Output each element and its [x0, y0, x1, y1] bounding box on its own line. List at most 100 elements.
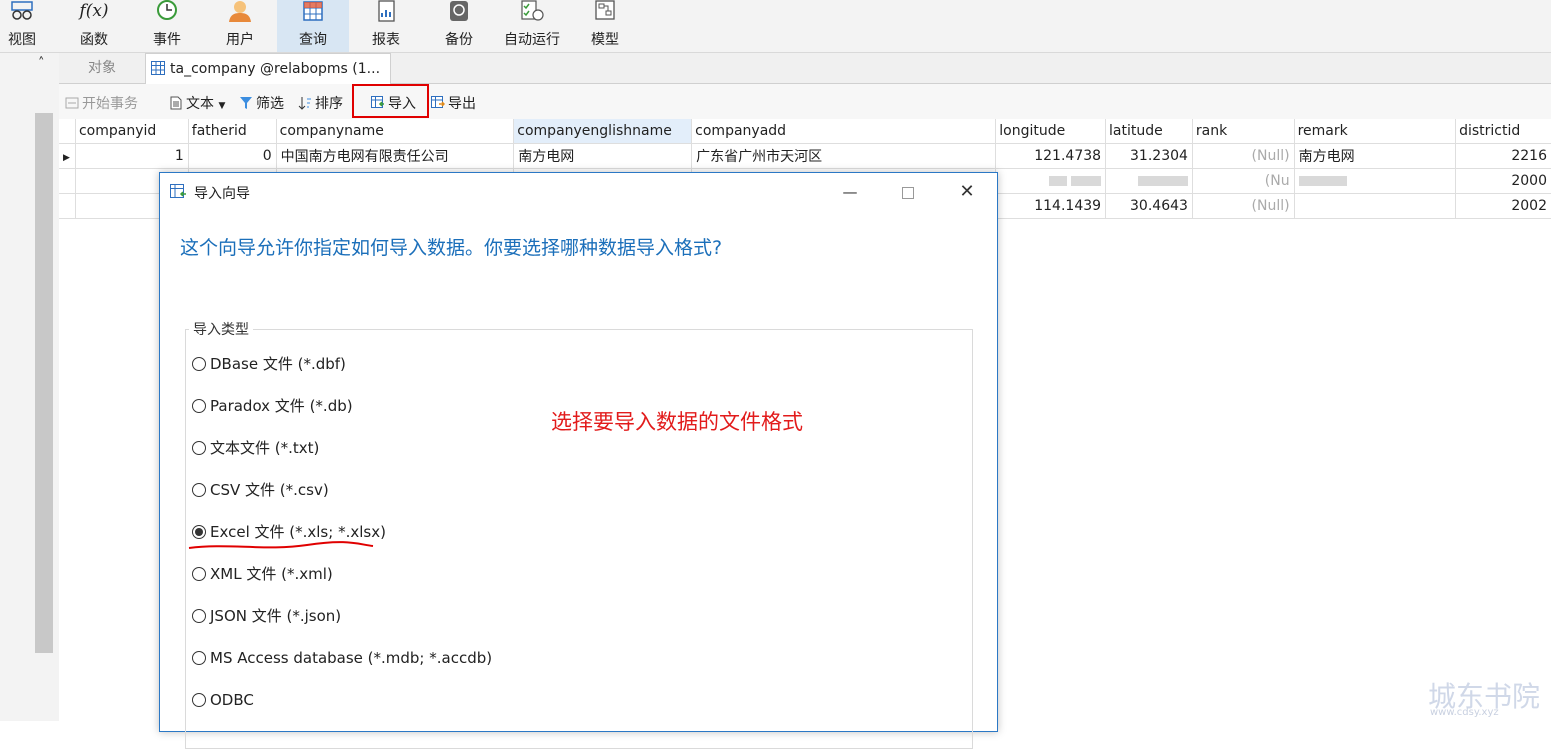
- option-paradox[interactable]: Paradox 文件 (*.db): [192, 395, 353, 417]
- table-cell[interactable]: 2002: [1455, 193, 1551, 219]
- table-cell[interactable]: 中国南方电网有限责任公司: [276, 143, 515, 169]
- table-cell[interactable]: 1: [75, 143, 189, 169]
- table-cell[interactable]: (Nu: [1192, 168, 1295, 194]
- ribbon-backup-button[interactable]: 备份: [423, 0, 495, 52]
- import-type-label: 导入类型: [189, 319, 253, 339]
- table-cell[interactable]: 南方电网: [1294, 143, 1457, 169]
- option-odbc[interactable]: ODBC: [192, 689, 254, 711]
- filter-button[interactable]: 筛选: [239, 94, 284, 114]
- blurred-cell[interactable]: [1105, 168, 1193, 194]
- option-csv[interactable]: CSV 文件 (*.csv): [192, 479, 329, 501]
- ribbon-query-button[interactable]: 查询: [277, 0, 349, 52]
- export-button[interactable]: 导出: [431, 94, 476, 114]
- option-text[interactable]: 文本文件 (*.txt): [192, 437, 319, 459]
- table-cell[interactable]: 31.2304: [1105, 143, 1193, 169]
- tab-table-data[interactable]: ta_company @relabopms (1...: [145, 53, 391, 84]
- schedule-icon: [521, 0, 544, 21]
- table-cell[interactable]: 121.4738: [995, 143, 1107, 169]
- ribbon-label: 模型: [591, 32, 619, 48]
- ribbon-report-button[interactable]: 报表: [350, 0, 422, 52]
- table-cell[interactable]: (Null): [1192, 143, 1295, 169]
- column-header[interactable]: longitude: [995, 119, 1107, 144]
- begin-transaction-button[interactable]: 开始事务: [65, 94, 138, 114]
- option-label: DBase 文件 (*.dbf): [210, 355, 346, 373]
- tab-bar: 对象 ta_company @relabopms (1...: [59, 53, 1551, 84]
- radio-button[interactable]: [192, 567, 206, 581]
- column-header[interactable]: companyname: [276, 119, 515, 144]
- option-json[interactable]: JSON 文件 (*.json): [192, 605, 341, 627]
- import-wizard-icon: [170, 184, 186, 198]
- column-header[interactable]: companyenglishname: [513, 119, 693, 144]
- column-header[interactable]: latitude: [1105, 119, 1193, 144]
- option-label: Paradox 文件 (*.db): [210, 397, 353, 415]
- backup-icon: [450, 1, 468, 21]
- close-button[interactable]: ✕: [952, 180, 982, 204]
- table-row[interactable]: ▶ 1 0 中国南方电网有限责任公司 南方电网 广东省广州市天河区 121.47…: [59, 143, 1551, 169]
- ribbon-function-button[interactable]: f(x) 函数: [58, 0, 130, 52]
- ribbon-event-button[interactable]: 事件: [131, 0, 203, 52]
- table-cell[interactable]: 2216: [1455, 143, 1551, 169]
- view-icon: [11, 1, 33, 20]
- column-header[interactable]: remark: [1294, 119, 1457, 144]
- collapse-up-icon[interactable]: ˄: [38, 56, 45, 71]
- radio-button[interactable]: [192, 441, 206, 455]
- table-cell[interactable]: 2000: [1455, 168, 1551, 194]
- blurred-cell[interactable]: [995, 168, 1107, 194]
- text-view-button[interactable]: 文本 ▼: [169, 94, 225, 114]
- wizard-instruction: 这个向导允许你指定如何导入数据。你要选择哪种数据导入格式?: [180, 237, 723, 259]
- grid-header-row: companyid fatherid companyname companyen…: [59, 119, 1551, 144]
- minimize-button[interactable]: —: [835, 180, 865, 204]
- table-cell[interactable]: 广东省广州市天河区: [691, 143, 997, 169]
- option-label: XML 文件 (*.xml): [210, 565, 333, 583]
- filter-label: 筛选: [256, 96, 284, 112]
- table-cell[interactable]: (Null): [1192, 193, 1295, 219]
- query-icon: [303, 1, 323, 21]
- column-header[interactable]: companyadd: [691, 119, 997, 144]
- column-header[interactable]: companyid: [75, 119, 189, 144]
- option-label: JSON 文件 (*.json): [210, 607, 342, 625]
- ribbon-user-button[interactable]: 用户: [204, 0, 276, 52]
- clock-icon: [157, 0, 177, 20]
- left-scrollbar[interactable]: [35, 113, 53, 653]
- row-selector-header: [59, 119, 76, 144]
- user-icon: [229, 1, 251, 22]
- dropdown-arrow-icon[interactable]: ▼: [218, 101, 225, 111]
- option-ms-access[interactable]: MS Access database (*.mdb; *.accdb): [192, 647, 492, 669]
- transaction-icon: [65, 97, 79, 109]
- column-header[interactable]: fatherid: [188, 119, 277, 144]
- radio-button[interactable]: [192, 483, 206, 497]
- dialog-titlebar[interactable]: 导入向导 — ✕: [160, 173, 997, 211]
- table-cell[interactable]: 0: [188, 143, 277, 169]
- option-dbase[interactable]: DBase 文件 (*.dbf): [192, 353, 346, 375]
- option-xml[interactable]: XML 文件 (*.xml): [192, 563, 333, 585]
- ribbon-model-button[interactable]: 模型: [569, 0, 641, 52]
- maximize-button[interactable]: [893, 180, 923, 204]
- radio-button[interactable]: [192, 357, 206, 371]
- column-header[interactable]: rank: [1192, 119, 1295, 144]
- ribbon-label: 备份: [445, 32, 473, 48]
- left-panel: ˄: [0, 53, 59, 721]
- radio-button[interactable]: [192, 609, 206, 623]
- export-icon: [431, 96, 445, 108]
- sort-icon: [298, 97, 311, 110]
- begin-transaction-label: 开始事务: [82, 96, 138, 112]
- radio-button[interactable]: [192, 651, 206, 665]
- tab-objects[interactable]: 对象: [59, 53, 145, 83]
- ribbon-view-button[interactable]: 视图: [0, 0, 44, 52]
- text-view-label: 文本: [186, 96, 214, 112]
- column-header[interactable]: districtid: [1455, 119, 1551, 144]
- blurred-value: [1137, 176, 1188, 186]
- table-cell[interactable]: [1294, 193, 1457, 219]
- sort-button[interactable]: 排序: [298, 94, 343, 114]
- radio-button-selected[interactable]: [192, 525, 206, 539]
- table-cell[interactable]: 南方电网: [513, 143, 693, 169]
- radio-button[interactable]: [192, 399, 206, 413]
- radio-button[interactable]: [192, 693, 206, 707]
- annotation-text: 选择要导入数据的文件格式: [551, 410, 803, 434]
- blurred-cell[interactable]: [1294, 168, 1457, 194]
- table-cell[interactable]: 114.1439: [995, 193, 1107, 219]
- table-cell[interactable]: 30.4643: [1105, 193, 1193, 219]
- ribbon-autorun-button[interactable]: 自动运行: [496, 0, 568, 52]
- blurred-value: [1048, 176, 1067, 186]
- ribbon-label: 查询: [299, 32, 327, 48]
